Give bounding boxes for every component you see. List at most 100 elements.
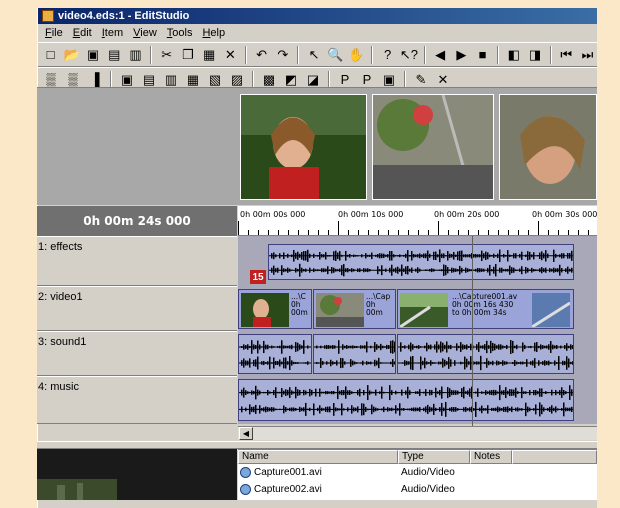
ruler-tick — [438, 221, 439, 235]
ruler-tick — [558, 230, 559, 235]
video-clip-2[interactable]: ...\Cap 0h 00m — [313, 289, 396, 329]
ruler-tick — [388, 230, 389, 235]
ruler-tick — [268, 230, 269, 235]
clip-info: ...\C 0h 00m — [291, 292, 308, 317]
menu-help[interactable]: Help — [197, 27, 230, 39]
menu-edit[interactable]: Edit — [68, 27, 97, 39]
undo-icon[interactable]: ↶ — [252, 45, 271, 65]
film-icon[interactable]: ▥ — [126, 45, 145, 65]
audio-clip-3[interactable] — [397, 334, 574, 374]
preview-thumbnail-3[interactable] — [499, 94, 597, 200]
ruler-tick — [318, 230, 319, 235]
file-row[interactable]: Capture002.avi Audio/Video — [238, 481, 597, 498]
prev-edit-icon[interactable]: ⏮ — [557, 45, 576, 65]
preview-strip — [37, 87, 597, 205]
help-icon[interactable]: ? — [378, 45, 397, 65]
video-file-icon — [240, 484, 251, 495]
column-type[interactable]: Type — [398, 450, 470, 464]
audio-clip-2[interactable] — [313, 334, 396, 374]
toolbar-separator — [371, 45, 374, 64]
ruler-tick — [378, 230, 379, 235]
context-help-icon[interactable]: ↖? — [399, 45, 418, 65]
new-icon[interactable]: □ — [41, 45, 60, 65]
ruler-tick — [478, 230, 479, 235]
cut-icon[interactable]: ✂ — [157, 45, 176, 65]
ruler-tick — [448, 230, 449, 235]
next-edit-icon[interactable]: ⏭ — [578, 45, 597, 65]
video-clip-1[interactable]: ...\C 0h 00m — [238, 289, 312, 329]
clapper-icon[interactable]: ▤ — [105, 45, 124, 65]
toolbar-separator — [150, 45, 153, 64]
file-row[interactable]: Capture001.avi Audio/Video — [238, 464, 597, 481]
music-clip[interactable] — [238, 379, 574, 421]
file-list-header: Name Type Notes — [238, 450, 597, 464]
file-name: Capture002.avi — [254, 484, 322, 495]
ruler-tick — [238, 221, 239, 235]
paste-icon[interactable]: ▦ — [200, 45, 219, 65]
app-icon — [42, 10, 54, 22]
file-type: Audio/Video — [401, 467, 455, 478]
rewind-icon[interactable]: ◀ — [431, 45, 450, 65]
track-lane-video1[interactable]: ...\C 0h 00m ...\Cap 0h 00m ...\Capture0… — [238, 286, 597, 331]
menu-item[interactable]: Item — [97, 27, 128, 39]
track-label-video1[interactable]: 2: video1 — [37, 286, 237, 331]
menu-file[interactable]: File — [40, 27, 68, 39]
ruler-tick — [308, 230, 309, 235]
ruler-tick — [548, 230, 549, 235]
timeline-scrollbar[interactable]: ◀ — [238, 426, 597, 440]
pane-splitter[interactable] — [37, 441, 597, 449]
ruler-tick — [458, 230, 459, 235]
mark-in-icon[interactable]: ◧ — [504, 45, 523, 65]
title-bar[interactable]: video4.eds:1 - EditStudio — [38, 8, 597, 24]
ruler-tick — [488, 230, 489, 235]
column-name[interactable]: Name — [238, 450, 398, 464]
timeline-tracks: 1: effects 2: video1 ...\C 0h 00m ...\Ca… — [37, 236, 597, 426]
toolbar-separator — [244, 45, 247, 64]
effects-clip[interactable] — [268, 244, 574, 280]
ruler-tick — [428, 230, 429, 235]
toolbar-separator — [110, 70, 112, 89]
video-clip-3[interactable]: ...\Capture001.av 0h 00m 16s 430 to 0h 0… — [397, 289, 574, 329]
track-lane-music[interactable] — [238, 376, 597, 424]
column-notes[interactable]: Notes — [470, 450, 512, 464]
ruler-tick — [298, 230, 299, 235]
zoom-icon[interactable]: 🔍 — [326, 45, 345, 65]
ruler-tick — [248, 230, 249, 235]
timeline-marker[interactable]: 15 — [250, 270, 266, 284]
redo-icon[interactable]: ↷ — [273, 45, 292, 65]
ruler-tick — [418, 230, 419, 235]
stop-icon[interactable]: ■ — [473, 45, 492, 65]
monitor-preview — [37, 449, 237, 500]
delete-icon[interactable]: ✕ — [221, 45, 240, 65]
ruler-tick — [358, 230, 359, 235]
menu-tools[interactable]: Tools — [162, 27, 198, 39]
time-ruler[interactable]: 0h 00m 00s 000 0h 00m 10s 000 0h 00m 20s 0… — [238, 206, 597, 236]
audio-clip-1[interactable] — [238, 334, 312, 374]
toolbar-separator — [328, 70, 330, 89]
scroll-left-arrow[interactable]: ◀ — [239, 427, 253, 440]
open-icon[interactable]: 📂 — [62, 45, 81, 65]
ruler-tick — [278, 230, 279, 235]
playhead-line[interactable] — [472, 236, 473, 426]
play-icon[interactable]: ▶ — [452, 45, 471, 65]
ruler-tick — [368, 230, 369, 235]
track-lane-effects[interactable] — [238, 236, 597, 286]
mark-out-icon[interactable]: ◨ — [525, 45, 544, 65]
toolbar-separator — [423, 45, 426, 64]
copy-icon[interactable]: ❐ — [178, 45, 197, 65]
preview-thumbnail-2[interactable] — [372, 94, 494, 200]
hand-icon[interactable]: ✋ — [347, 45, 366, 65]
track-lane-sound1[interactable] — [238, 331, 597, 376]
track-label-music[interactable]: 4: music — [37, 376, 237, 424]
ruler-tick — [288, 230, 289, 235]
project-file-list: Name Type Notes Capture001.avi Audio/Vid… — [238, 449, 597, 500]
save-icon[interactable]: ▣ — [83, 45, 102, 65]
ruler-label: 0h 00m 00s 000 — [240, 210, 306, 219]
preview-thumbnail-1[interactable] — [240, 94, 367, 200]
track-label-sound1[interactable]: 3: sound1 — [37, 331, 237, 376]
menu-view[interactable]: View — [128, 27, 162, 39]
pointer-icon[interactable]: ↖ — [304, 45, 323, 65]
toolbar-separator — [549, 45, 552, 64]
ruler-tick — [498, 230, 499, 235]
track-label-effects[interactable]: 1: effects — [37, 236, 237, 286]
